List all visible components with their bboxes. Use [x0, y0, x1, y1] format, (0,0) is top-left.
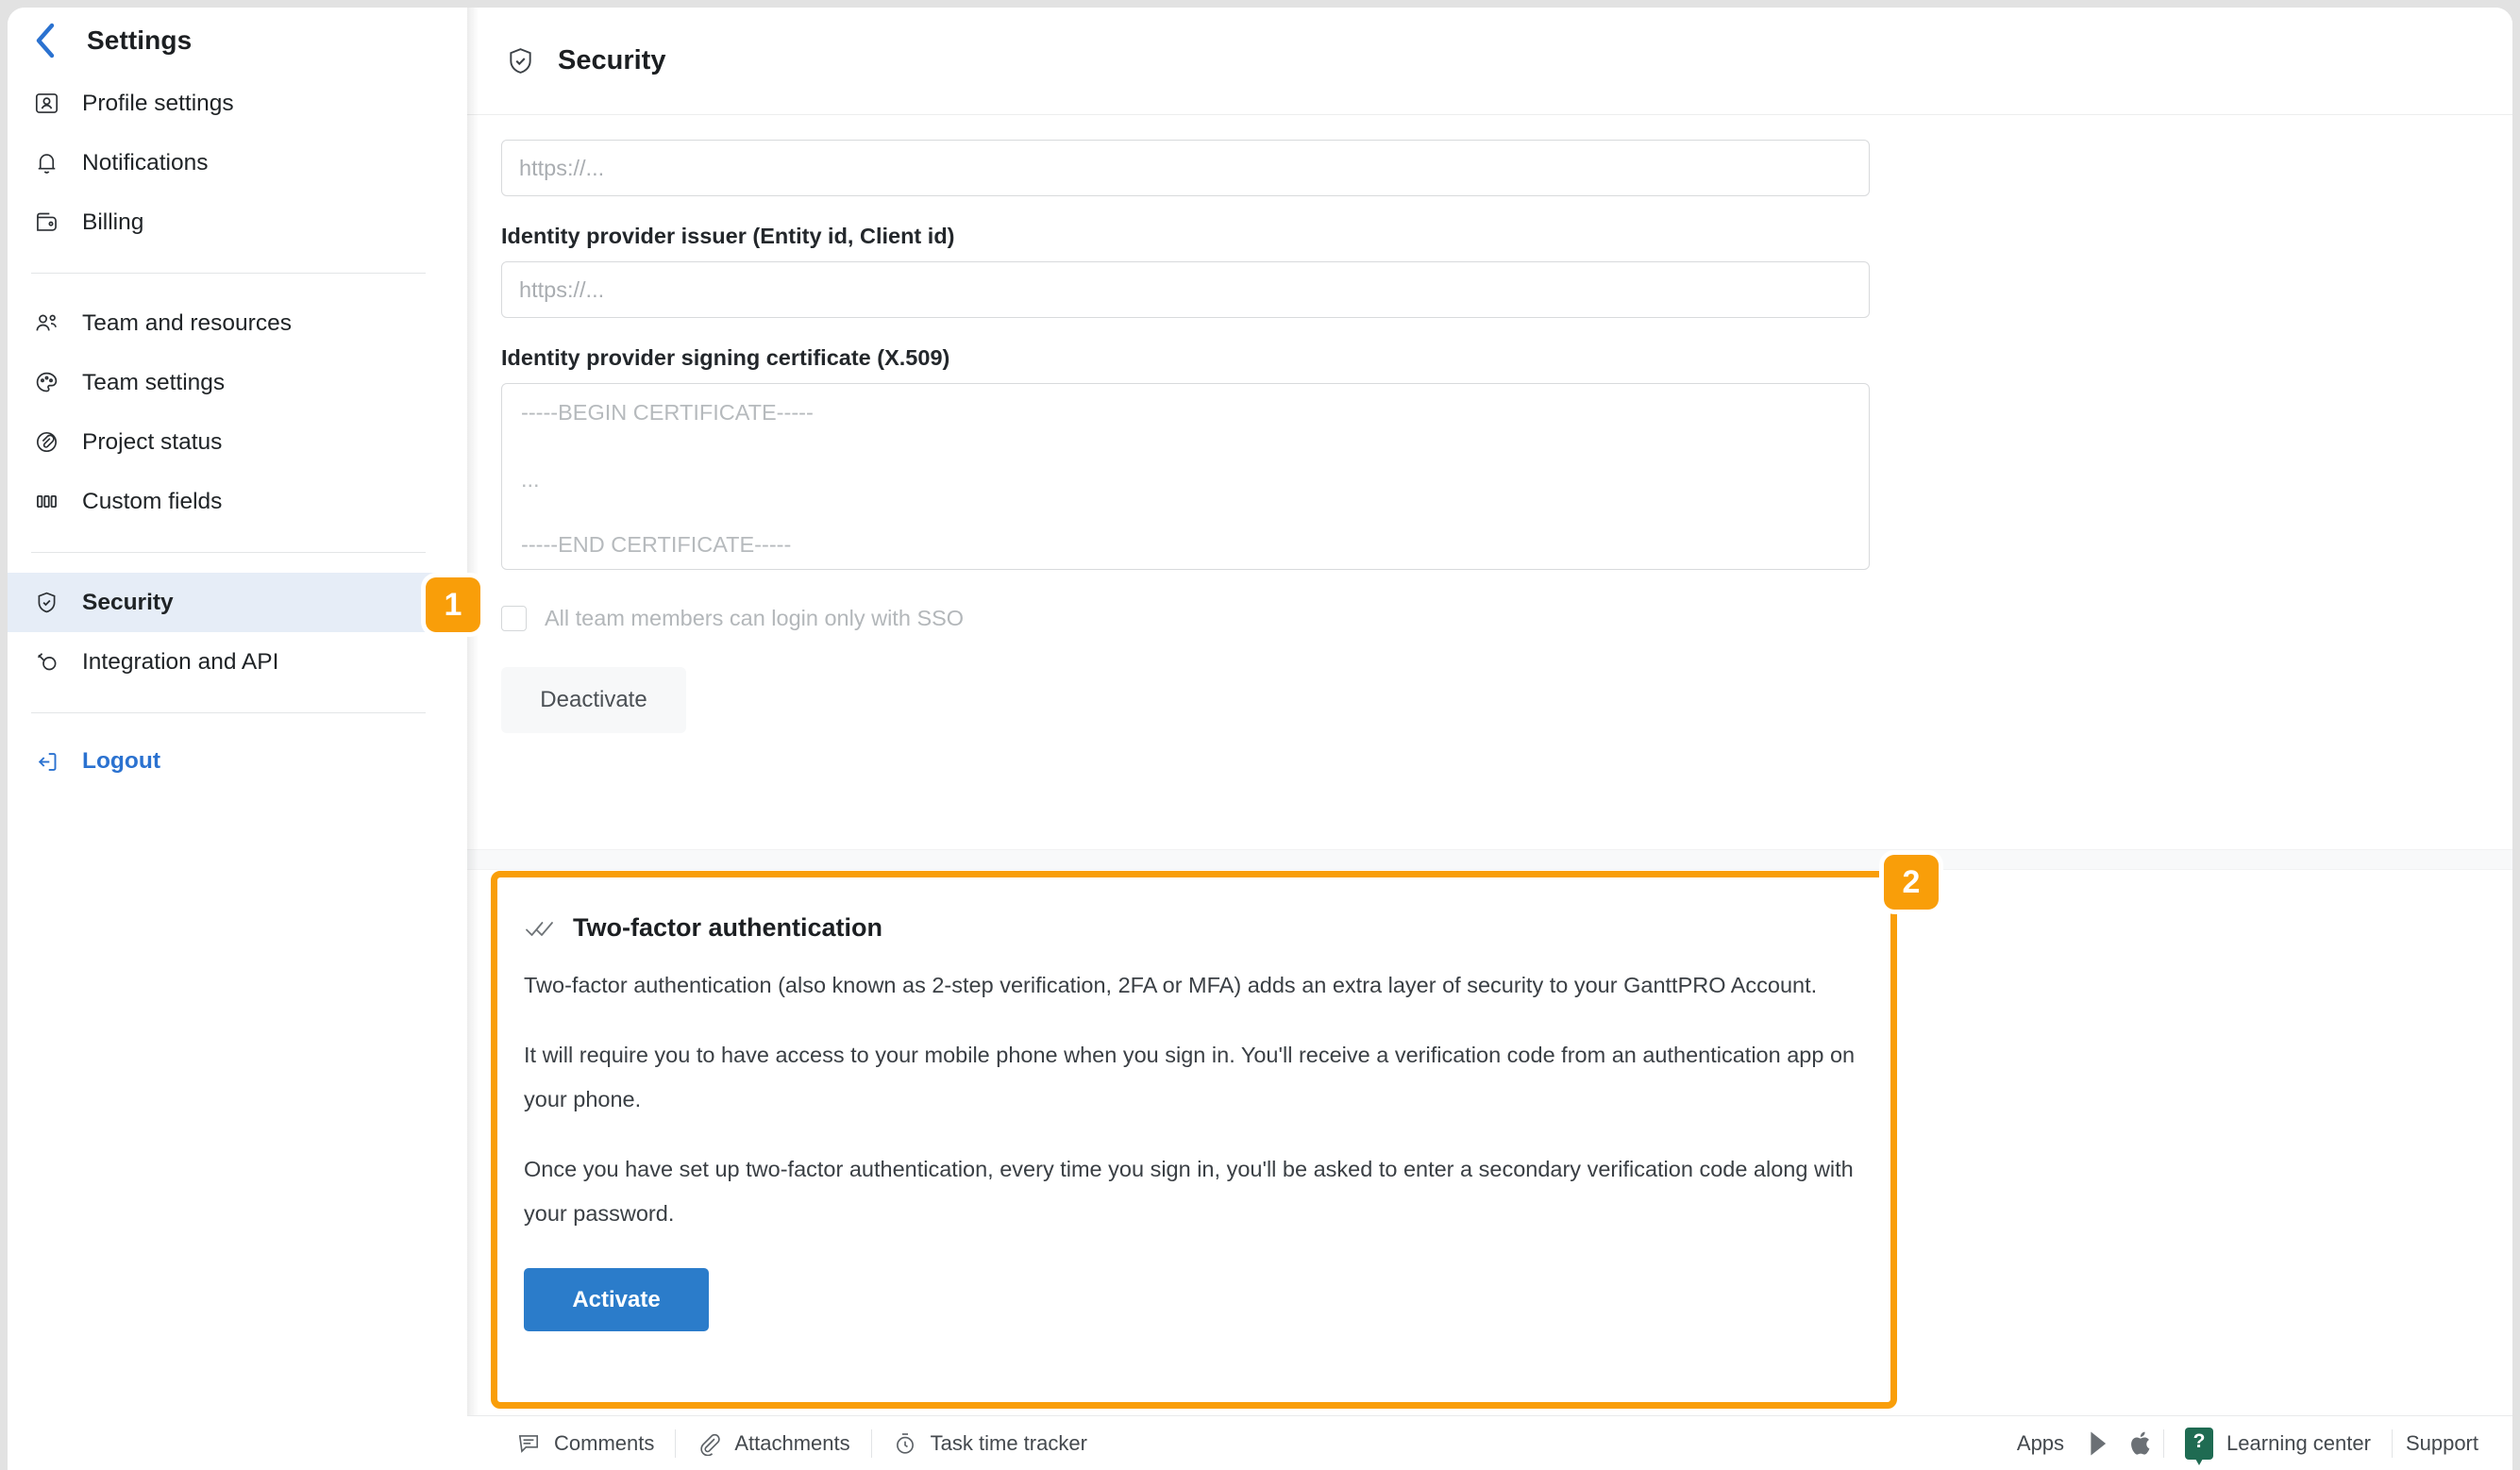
sidebar-item-billing[interactable]: Billing — [8, 192, 450, 252]
two-factor-paragraph-3: Once you have set up two-factor authenti… — [524, 1157, 1854, 1226]
back-chevron-icon[interactable] — [25, 20, 66, 61]
sso-only-checkbox-row[interactable]: All team members can login only with SSO — [501, 606, 2512, 631]
activate-button[interactable]: Activate — [524, 1268, 709, 1331]
sidebar-item-profile-settings[interactable]: Profile settings — [8, 74, 450, 133]
help-question-icon: ? — [2185, 1427, 2214, 1465]
sidebar-item-security[interactable]: Security — [8, 573, 450, 632]
certificate-label: Identity provider signing certificate (X… — [501, 345, 950, 370]
bell-icon — [30, 147, 62, 179]
settings-sidebar: Settings Profile settings Notifications … — [8, 8, 467, 1470]
sidebar-item-team-settings[interactable]: Team settings — [8, 353, 450, 412]
callout-badge-1: 1 — [426, 577, 480, 632]
two-factor-paragraph-2: It will require you to have access to yo… — [524, 1043, 1856, 1111]
shield-check-icon — [501, 42, 539, 80]
sidebar-title: Settings — [87, 25, 193, 55]
deactivate-button[interactable]: Deactivate — [501, 667, 686, 733]
paperclip-circle-icon — [30, 426, 62, 459]
people-icon — [30, 308, 62, 340]
sso-only-checkbox-label: All team members can login only with SSO — [545, 606, 965, 630]
sso-url-input[interactable] — [501, 140, 1870, 196]
sidebar-item-custom-fields[interactable]: Custom fields — [8, 472, 450, 531]
support-button[interactable]: Support — [2393, 1431, 2492, 1456]
comments-label: Comments — [554, 1430, 655, 1455]
plug-icon — [30, 646, 62, 678]
issuer-label: Identity provider issuer (Entity id, Cli… — [501, 224, 955, 248]
learning-center-label: Learning center — [2226, 1430, 2371, 1455]
sidebar-header: Settings — [8, 8, 467, 74]
main-header: Security — [467, 8, 2512, 115]
sidebar-item-label: Integration and API — [82, 648, 279, 675]
sidebar-item-team-and-resources[interactable]: Team and resources — [8, 293, 450, 353]
sidebar-item-label: Notifications — [82, 149, 209, 175]
app-window: Settings Profile settings Notifications … — [8, 8, 2512, 1470]
google-play-icon[interactable] — [2077, 1430, 2121, 1457]
certificate-placeholder-ellipsis: ... — [521, 467, 540, 492]
main-content: Security Identity provider issuer (Entit… — [467, 8, 2512, 1470]
sidebar-divider-2 — [31, 552, 426, 553]
page-title: Security — [558, 45, 666, 75]
issuer-input[interactable] — [501, 261, 1870, 318]
logout-button[interactable]: Logout — [8, 733, 467, 790]
learning-center-button[interactable]: ? Learning center — [2164, 1425, 2392, 1465]
bottom-bar-left-group: Comments Attachments Task time tracker — [467, 1425, 1108, 1462]
sso-only-checkbox[interactable] — [501, 606, 527, 631]
logout-label: Logout — [82, 748, 160, 774]
sidebar-item-label: Team settings — [82, 369, 226, 395]
comments-button[interactable]: Comments — [496, 1425, 675, 1462]
sidebar-item-notifications[interactable]: Notifications — [8, 133, 450, 192]
sidebar-divider-3 — [31, 712, 426, 713]
sidebar-item-label: Security — [82, 589, 174, 615]
two-factor-header: Two-factor authentication — [524, 913, 1890, 943]
wallet-icon — [30, 207, 62, 239]
callout-badge-2: 2 — [1884, 855, 1939, 910]
certificate-placeholder-begin: -----BEGIN CERTIFICATE----- — [521, 400, 814, 425]
double-check-icon — [524, 914, 558, 943]
certificate-textarea[interactable]: -----BEGIN CERTIFICATE----- ... -----END… — [501, 383, 1870, 570]
stopwatch-icon — [893, 1431, 917, 1456]
user-card-icon — [30, 88, 62, 120]
apple-icon[interactable] — [2121, 1430, 2163, 1457]
task-time-tracker-button[interactable]: Task time tracker — [872, 1425, 1108, 1462]
bottom-status-bar: Comments Attachments Task time tracker A… — [467, 1415, 2512, 1470]
task-time-tracker-label: Task time tracker — [930, 1430, 1087, 1455]
shield-check-icon — [30, 587, 62, 619]
sidebar-item-project-status[interactable]: Project status — [8, 412, 450, 472]
columns-icon — [30, 486, 62, 518]
paperclip-icon — [697, 1431, 721, 1456]
bottom-bar-right-group: Apps ? Learning center Support — [2004, 1425, 2512, 1465]
sidebar-item-label: Billing — [82, 209, 144, 235]
two-factor-title: Two-factor authentication — [573, 913, 882, 942]
two-factor-paragraph-1: Two-factor authentication (also known as… — [524, 973, 1818, 997]
logout-icon — [30, 745, 62, 777]
sidebar-item-label: Team and resources — [82, 309, 292, 336]
sidebar-divider-1 — [31, 273, 426, 274]
comment-icon — [516, 1431, 541, 1456]
sidebar-item-label: Profile settings — [82, 90, 234, 116]
section-separator-band — [467, 849, 2512, 870]
two-factor-authentication-panel: Two-factor authentication Two-factor aut… — [491, 871, 1897, 1409]
sso-form: Identity provider issuer (Entity id, Cli… — [467, 115, 2512, 733]
sidebar-item-label: Custom fields — [82, 488, 223, 514]
sidebar-item-integration-and-api[interactable]: Integration and API — [8, 632, 450, 692]
attachments-label: Attachments — [734, 1430, 850, 1455]
certificate-placeholder-end: -----END CERTIFICATE----- — [521, 532, 792, 557]
palette-icon — [30, 367, 62, 399]
apps-label: Apps — [2016, 1430, 2065, 1455]
attachments-button[interactable]: Attachments — [676, 1425, 870, 1462]
sidebar-item-label: Project status — [82, 428, 223, 455]
